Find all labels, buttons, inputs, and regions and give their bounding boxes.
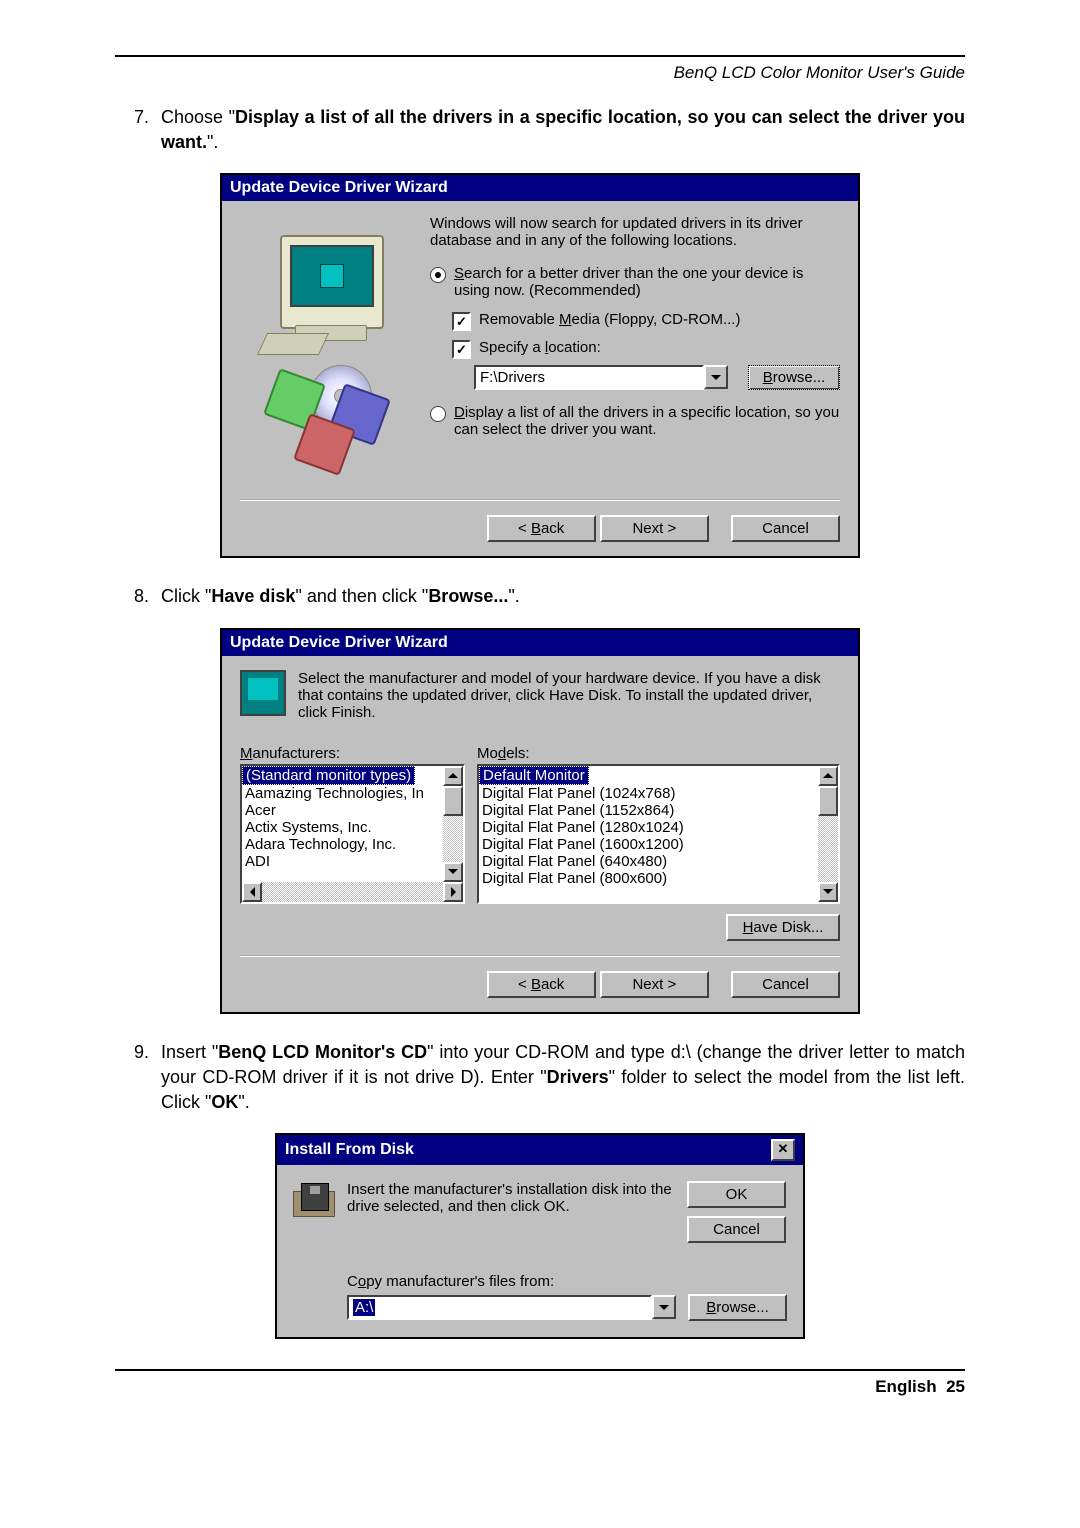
step-7-number: 7. [115, 105, 161, 155]
copy-from-dropdown-icon[interactable] [652, 1295, 676, 1319]
list-item[interactable]: Digital Flat Panel (1280x1024) [479, 819, 818, 836]
scroll-up-icon[interactable] [818, 766, 838, 786]
next-button[interactable]: Next > [600, 971, 709, 998]
radio-search-better[interactable] [430, 267, 446, 283]
copy-from-input[interactable]: A:\ [347, 1295, 652, 1320]
ifd-title: Install From Disk [285, 1141, 414, 1159]
list-item[interactable]: Digital Flat Panel (1024x768) [479, 785, 818, 802]
manufacturers-label: Manufacturers: [240, 745, 465, 762]
list-item[interactable]: Digital Flat Panel (1600x1200) [479, 836, 818, 853]
list-item[interactable]: Actix Systems, Inc. [242, 819, 443, 836]
scroll-right-icon[interactable] [443, 882, 463, 902]
wizard-1-title: Update Device Driver Wizard [230, 179, 448, 197]
list-item[interactable]: Aamazing Technologies, In [242, 785, 443, 802]
radio-display-list[interactable] [430, 406, 446, 422]
disk-icon [293, 1183, 333, 1215]
wizard-2-titlebar: Update Device Driver Wizard [222, 630, 858, 656]
checkbox-removable-label: Removable Media (Floppy, CD-ROM...) [479, 311, 740, 331]
cancel-button[interactable]: Cancel [687, 1216, 786, 1243]
ok-button[interactable]: OK [687, 1181, 786, 1208]
list-item[interactable]: Digital Flat Panel (1152x864) [479, 802, 818, 819]
step-8: 8. Click "Have disk" and then click "Bro… [115, 584, 965, 609]
wizard-2-intro: Select the manufacturer and model of you… [298, 670, 840, 721]
list-item[interactable]: (Standard monitor types) [242, 766, 415, 785]
have-disk-button[interactable]: Have Disk... [726, 914, 840, 941]
checkbox-removable-media[interactable] [452, 312, 471, 331]
checkbox-specify-location[interactable] [452, 340, 471, 359]
radio-display-list-label: Display a list of all the drivers in a s… [454, 404, 840, 438]
list-item[interactable]: Digital Flat Panel (800x600) [479, 870, 818, 887]
copy-from-label: Copy manufacturer's files from: [347, 1273, 787, 1290]
step-7-text-pre: Choose " [161, 107, 235, 127]
list-item[interactable]: ADI [242, 853, 443, 870]
scroll-down-icon[interactable] [443, 862, 463, 882]
wizard-1-intro: Windows will now search for updated driv… [430, 215, 840, 249]
wizard-2-dialog: Update Device Driver Wizard Select the m… [220, 628, 860, 1014]
back-button[interactable]: < Back [487, 971, 596, 998]
cancel-button[interactable]: Cancel [731, 971, 840, 998]
list-item[interactable]: Acer [242, 802, 443, 819]
manufacturers-listbox[interactable]: (Standard monitor types) Aamazing Techno… [240, 764, 465, 904]
back-button[interactable]: < Back [487, 515, 596, 542]
cancel-button[interactable]: Cancel [731, 515, 840, 542]
step-9-number: 9. [115, 1040, 161, 1116]
list-item[interactable]: Adara Technology, Inc. [242, 836, 443, 853]
step-7-text-post: ". [207, 132, 218, 152]
close-icon[interactable]: ✕ [771, 1139, 795, 1161]
ifd-titlebar: Install From Disk ✕ [277, 1135, 803, 1165]
step-7: 7. Choose "Display a list of all the dri… [115, 105, 965, 155]
page-header: BenQ LCD Color Monitor User's Guide [115, 63, 965, 83]
location-path-input[interactable]: F:\Drivers [474, 365, 704, 390]
models-listbox[interactable]: Default Monitor Digital Flat Panel (1024… [477, 764, 840, 904]
scroll-up-icon[interactable] [443, 766, 463, 786]
step-9: 9. Insert "BenQ LCD Monitor's CD" into y… [115, 1040, 965, 1116]
list-item[interactable]: Digital Flat Panel (640x480) [479, 853, 818, 870]
browse-button[interactable]: Browse... [688, 1294, 787, 1321]
list-item[interactable]: Default Monitor [479, 766, 589, 785]
step-7-bold: Display a list of all the drivers in a s… [161, 107, 965, 152]
scroll-left-icon[interactable] [242, 882, 262, 902]
next-button[interactable]: Next > [600, 515, 709, 542]
radio-search-label: Search for a better driver than the one … [454, 265, 840, 299]
wizard-1-titlebar: Update Device Driver Wizard [222, 175, 858, 201]
browse-button[interactable]: Browse... [748, 365, 840, 390]
hardware-icon [240, 670, 286, 716]
scroll-down-icon[interactable] [818, 882, 838, 902]
ifd-message: Insert the manufacturer's installation d… [347, 1181, 687, 1243]
wizard-1-dialog: Update Device Driver Wizard Windows will… [220, 173, 860, 558]
page-footer: English 25 [115, 1369, 965, 1397]
models-label: Models: [477, 745, 840, 762]
wizard-graphic [240, 215, 420, 485]
step-8-number: 8. [115, 584, 161, 609]
install-from-disk-dialog: Install From Disk ✕ Insert the manufactu… [275, 1133, 805, 1339]
checkbox-specify-label: Specify a location: [479, 339, 601, 359]
location-dropdown-icon[interactable] [704, 365, 728, 389]
wizard-2-title: Update Device Driver Wizard [230, 634, 448, 652]
